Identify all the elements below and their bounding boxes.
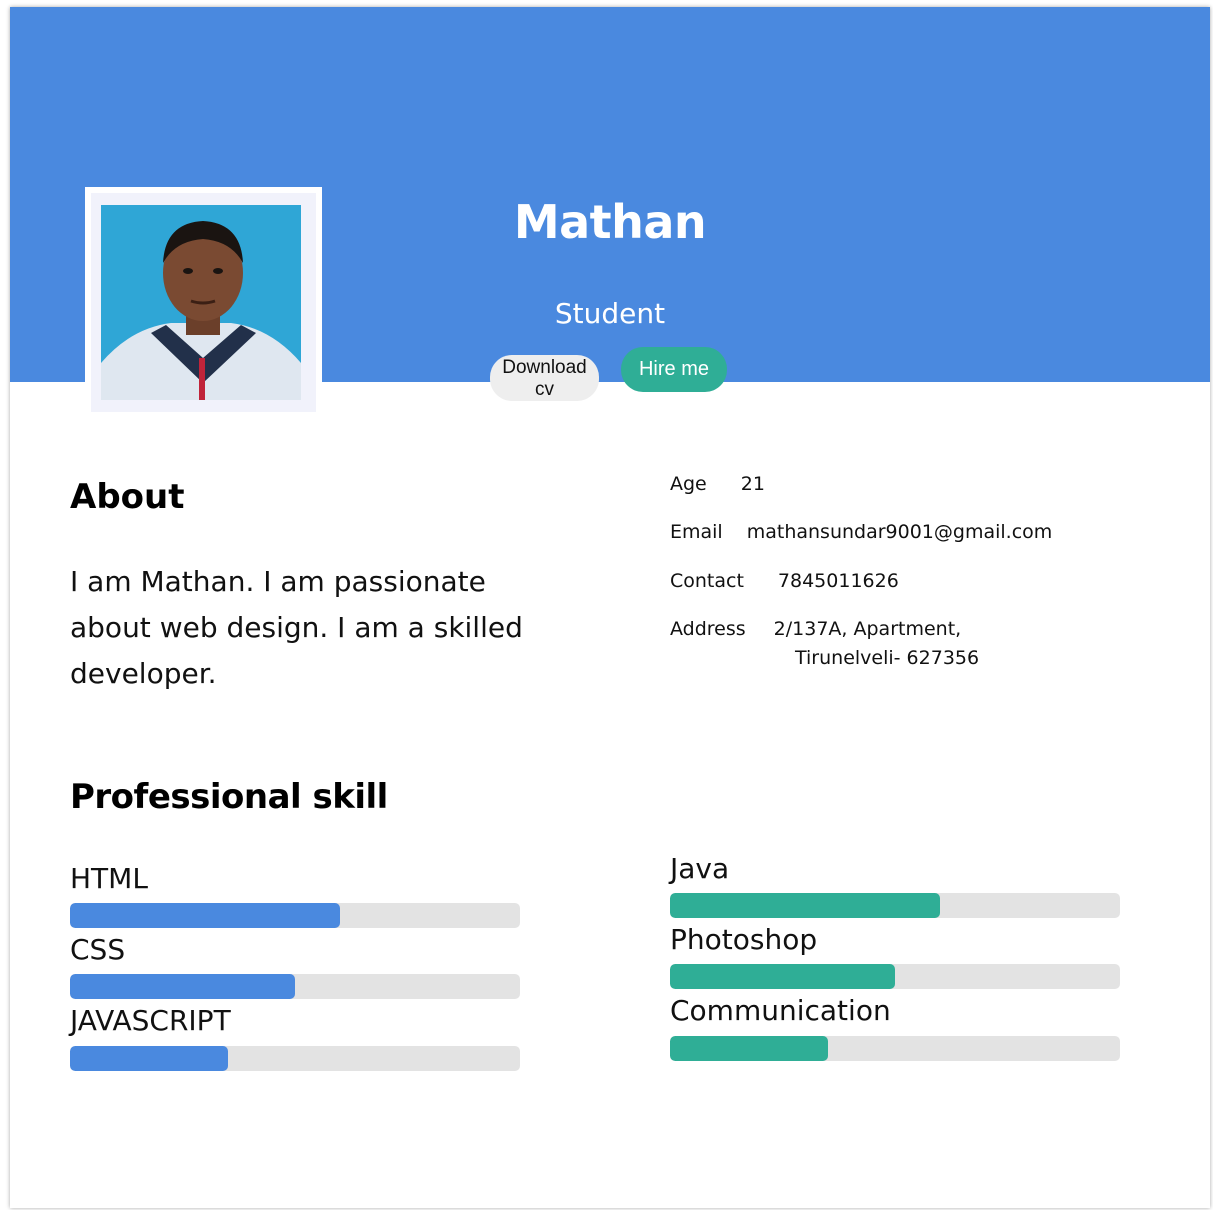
hire-me-button[interactable]: Hire me (621, 347, 727, 392)
contact-label: Contact (670, 570, 744, 592)
resume-card: Mathan Student Download cv Hire me About… (10, 7, 1210, 1208)
skill-fill-javascript (70, 1046, 228, 1071)
skill-fill-html (70, 903, 340, 928)
info-email-row: Email mathansundar9001@gmail.com (670, 521, 1052, 543)
profile-role: Student (554, 297, 666, 330)
skill-label-photoshop: Photoshop (670, 923, 818, 956)
skills-heading: Professional skill (70, 777, 388, 817)
skill-bar-communication (670, 1036, 1120, 1061)
skill-bar-java (670, 893, 1120, 918)
skill-bar-javascript (70, 1046, 520, 1071)
skill-fill-css (70, 974, 295, 999)
skill-label-css: CSS (70, 933, 126, 966)
skill-label-java: Java (670, 852, 730, 885)
age-value: 21 (740, 473, 765, 495)
download-cv-label-line1: Download (502, 357, 587, 378)
skill-bar-css (70, 974, 520, 999)
info-age-row: Age 21 (670, 473, 765, 495)
email-value: mathansundar9001@gmail.com (746, 521, 1053, 543)
address-label: Address (670, 618, 746, 640)
info-address-row: Address 2/137A, Apartment, (670, 618, 961, 640)
address-line2: Tirunelveli- 627356 (795, 647, 980, 669)
skill-label-html: HTML (70, 862, 148, 895)
contact-value: 7845011626 (777, 570, 899, 592)
about-heading: About (70, 477, 185, 517)
info-contact-row: Contact 7845011626 (670, 570, 899, 592)
download-cv-label-line2: cv (535, 379, 554, 400)
age-label: Age (670, 473, 707, 495)
download-cv-button[interactable]: Download cv (490, 355, 599, 401)
address-line1: 2/137A, Apartment, (773, 618, 962, 640)
about-text: I am Mathan. I am passionate about web d… (70, 565, 523, 690)
skill-label-communication: Communication (670, 994, 891, 1027)
skill-fill-photoshop (670, 964, 895, 989)
skill-bar-photoshop (670, 964, 1120, 989)
skill-fill-java (670, 893, 940, 918)
skill-bar-html (70, 903, 520, 928)
email-label: Email (670, 521, 723, 543)
profile-name: Mathan (513, 195, 707, 249)
skill-fill-communication (670, 1036, 828, 1061)
skill-label-javascript: JAVASCRIPT (70, 1004, 231, 1037)
